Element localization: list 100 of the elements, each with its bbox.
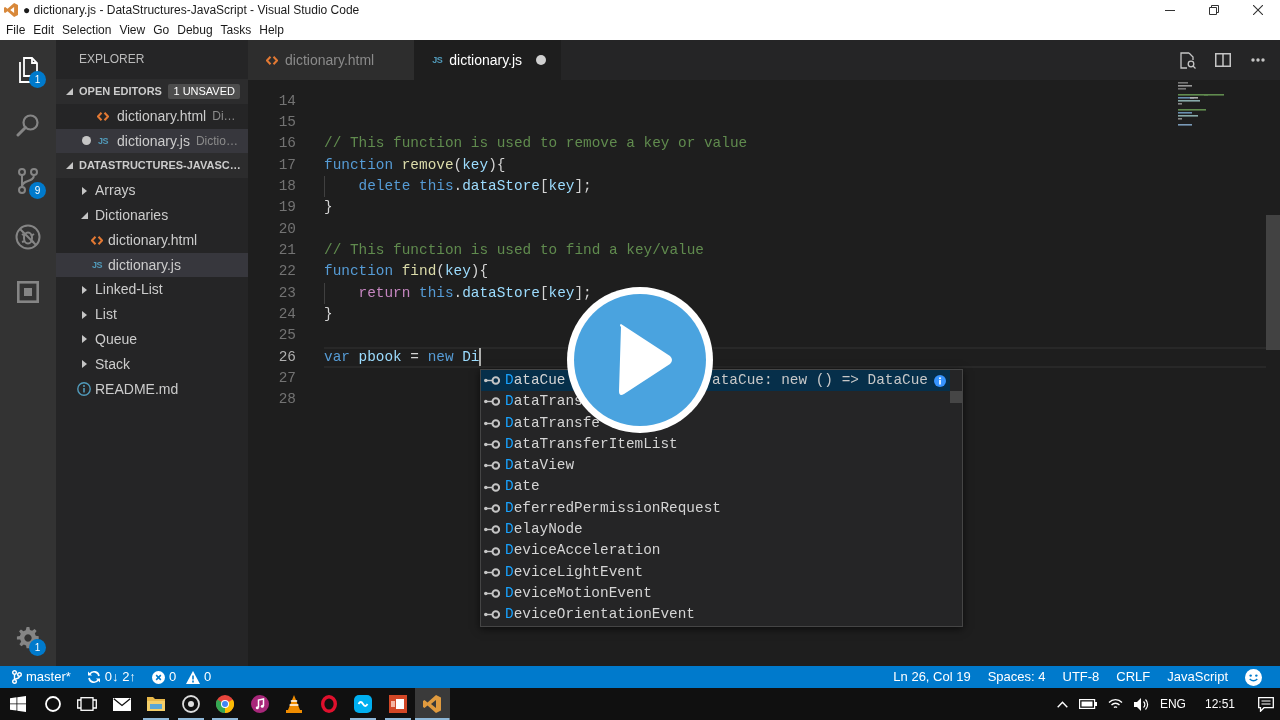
message-icon[interactable] [1258,696,1274,712]
documents-icon[interactable] [16,56,40,83]
tree-item[interactable]: Linked-List [56,277,248,303]
sync-icon [86,670,101,684]
editor-tab[interactable]: dictionary.html [248,40,415,80]
dot-icon[interactable] [536,55,547,65]
info-icon[interactable] [934,374,946,387]
task-view-icon[interactable] [77,697,98,711]
branch-status[interactable]: master* [12,669,71,685]
angle-brackets-icon [97,111,109,121]
restore-icon[interactable] [1209,5,1219,15]
tree-item[interactable]: Queue [56,326,248,352]
suggestion-item[interactable]: DataTrans [481,391,950,413]
suggestion-item[interactable]: DeviceOrientationEvent [481,604,950,626]
dot-ring-icon [484,610,500,620]
tree-item[interactable]: List [56,302,248,327]
tree-item[interactable]: Dictionaries [56,203,248,228]
suggestion-item[interactable]: DataView [481,455,950,477]
menu-item[interactable]: Selection [58,22,116,38]
music-note-icon[interactable] [250,695,269,713]
tree-item[interactable]: README.md [56,376,248,402]
triangle-icon[interactable] [81,360,87,369]
menu-item[interactable]: Debug [173,22,217,38]
suggestion-item[interactable]: Date [481,476,950,498]
status-item[interactable]: CRLF [1116,669,1151,685]
tree-item[interactable]: Arrays [56,178,248,203]
line-number: 23 [277,284,296,302]
editor-tab[interactable]: JS dictionary.js [414,40,562,80]
open-editor-item[interactable]: dictionary.html Di… [56,103,248,129]
line-number: 26 [277,348,296,366]
branch-icon[interactable] [17,168,39,194]
suggestion-item[interactable]: DataTransferItemList [481,433,950,456]
code-line: // This function is used to remove a key or value [324,135,748,153]
triangle-icon[interactable] [66,162,73,170]
language-indicator[interactable]: ENG [1159,696,1186,712]
triangle-icon[interactable] [81,285,87,294]
scrollbar-thumb[interactable] [950,391,962,403]
wave-tile-icon[interactable] [354,695,373,713]
line-number: 19 [277,199,296,217]
segmented-circle-icon[interactable] [216,695,235,713]
menu-item[interactable]: Help [255,22,288,38]
triangle-icon[interactable] [80,211,88,219]
tree-item[interactable]: dictionary.html [56,227,248,253]
suggestion-item[interactable]: DeviceLightEvent [481,561,950,583]
crossed-bug-icon[interactable] [15,223,41,250]
section-header[interactable]: OPEN EDITORS 1 UNSAVED [56,79,248,104]
suggestion-item[interactable]: DataTransfe [481,412,950,434]
wifi-icon[interactable] [1107,698,1123,710]
folder-icon[interactable] [147,697,166,711]
triangle-icon[interactable] [81,335,87,344]
minimize-icon[interactable] [1165,9,1175,11]
dot-ring-icon [484,440,500,450]
scrollbar-thumb[interactable] [1266,215,1280,350]
code-line: // This function is used to find a key/value [324,241,704,260]
section-header[interactable]: DATASTRUCTURES-JAVASC… [56,153,248,179]
triangle-icon[interactable] [81,186,87,195]
nested-squares-icon[interactable] [17,281,39,304]
line-number: 27 [277,370,296,388]
clock[interactable]: 12:51 [1204,696,1235,712]
slides-tile-icon[interactable] [388,695,407,713]
close-icon[interactable] [1253,5,1263,15]
smiley-icon[interactable] [1245,668,1262,686]
split-icon[interactable] [1214,53,1231,67]
tree-item[interactable]: JS dictionary.js [56,252,248,278]
windows-logo-icon[interactable] [10,696,27,712]
menu-item[interactable]: Tasks [216,22,256,38]
cone-icon[interactable] [285,695,304,713]
speaker-icon[interactable] [1133,697,1149,711]
menu-item[interactable]: Go [149,22,174,38]
ribbon-icon[interactable] [423,695,442,713]
search-document-icon[interactable] [1179,51,1196,69]
ring-dot-icon[interactable] [181,695,200,713]
triangle-icon[interactable] [66,87,73,95]
open-editor-item[interactable]: JS dictionary.js Dictio… [56,128,248,154]
suggestion-item[interactable]: DeviceAcceleration [481,540,950,562]
triangle-icon[interactable] [81,310,87,319]
angle-brackets-icon [91,235,103,245]
suggestion-item[interactable]: DeferredPermissionRequest [481,497,950,520]
status-item[interactable]: JavaScript [1167,669,1228,685]
envelope-icon[interactable] [112,697,131,711]
status-item[interactable]: Ln 26, Col 19 [893,669,971,685]
problems-status[interactable]: 0 0 [151,669,212,685]
suggestion-item[interactable]: DeviceMotionEvent [481,582,950,605]
menu-item[interactable]: View [115,22,150,38]
menu-item[interactable]: Edit [29,22,59,38]
search-icon[interactable] [16,113,40,138]
status-item[interactable]: UTF-8 [1062,669,1100,685]
menu-item[interactable]: File [2,22,30,38]
tree-item[interactable]: Stack [56,351,248,377]
ring-icon[interactable] [320,695,337,713]
chevron-up-icon[interactable] [1056,700,1068,708]
circle-icon[interactable] [44,696,61,712]
code-line: function remove(key){ [324,156,506,174]
battery-icon[interactable] [1078,699,1097,709]
more-icon[interactable] [1250,58,1265,62]
status-item[interactable]: Spaces: 4 [987,669,1046,685]
dot-ring-icon [484,525,500,535]
suggestion-item[interactable]: DelayNode [481,519,950,541]
sync-status[interactable]: 0↓ 2↑ [86,669,136,685]
taskbar-button[interactable] [415,688,450,720]
